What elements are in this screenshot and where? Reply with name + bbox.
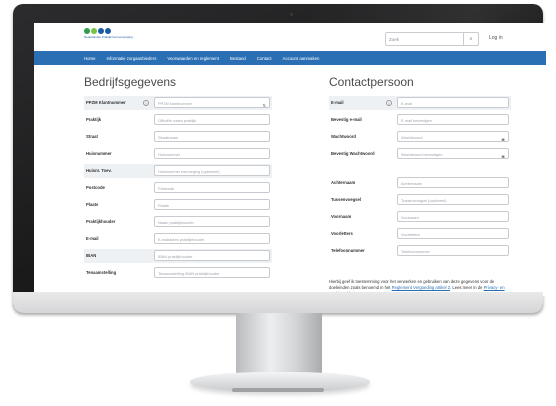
label-bevestig-wachtwoord: Bevestig Wachtwoord — [331, 151, 375, 156]
input-plaats[interactable]: Plaats — [154, 199, 270, 210]
label-huisnummer: Huisnummer — [86, 151, 112, 156]
form-row-iban: IBAN IBAN praktijkhouder — [84, 249, 272, 263]
show-password-icon[interactable]: ◉ — [501, 134, 505, 141]
form-row-e-mail: E-mail i E-mail — [329, 96, 511, 110]
label-straat: Straat — [86, 134, 98, 139]
camera-dot — [290, 13, 293, 16]
input-voornaam[interactable]: Voornaam — [397, 211, 509, 222]
label-tenaamstelling: Tenaamstelling — [86, 270, 117, 275]
search-icon[interactable]: ⌕ — [463, 33, 478, 45]
form-row-e-mail: E-mail E-mailadres praktijkhouder — [84, 233, 270, 246]
label-e-mail: E-mail — [331, 100, 344, 105]
nav-item-contact[interactable]: Contact — [257, 56, 272, 61]
input-tussenvoegsel[interactable]: Tussenvoegsel (optioneel) — [397, 194, 509, 205]
input-straat[interactable]: Straatnaam — [154, 131, 270, 142]
label-iban: IBAN — [86, 253, 97, 258]
label-wachtwoord: Wachtwoord — [331, 134, 356, 139]
form-row-ppzm-klantnummer: PPZM Klantnummer i PPZM klantnummer ⇅ — [84, 96, 272, 110]
form-row-voorletters: Voorletters Voorletters — [329, 228, 509, 241]
logo-dots — [84, 28, 134, 34]
reglement-link[interactable]: Reglement Vergoeding artikel 2 — [392, 285, 450, 290]
info-icon[interactable]: i — [143, 100, 149, 106]
stepper-icon[interactable]: ⇅ — [263, 100, 266, 107]
logo-dot — [84, 28, 90, 34]
logo-dot — [98, 28, 104, 34]
info-icon[interactable]: i — [386, 100, 392, 106]
login-link[interactable]: Log in — [489, 35, 503, 41]
label-huisnr-toev: Huisnr. Toev. — [86, 168, 112, 173]
logo-dot — [91, 28, 97, 34]
form-row-praktijk: Praktijk Officiële naam praktijk — [84, 114, 270, 127]
input-postcode[interactable]: Postcode — [154, 182, 270, 193]
label-e-mail: E-mail — [86, 236, 99, 241]
screen: Nederlandse Praktijk Kernvereniging Zoek… — [34, 23, 546, 296]
form-row-huisnummer: Huisnummer Huisnummer — [84, 148, 270, 161]
label-bevestig-e-mail: Bevestig e-mail — [331, 117, 362, 122]
input-achternaam[interactable]: Achternaam — [397, 177, 509, 188]
input-ppzm-klantnummer[interactable]: PPZM klantnummer ⇅ — [154, 97, 270, 108]
label-plaats: Plaats — [86, 202, 99, 207]
monitor-chin — [13, 292, 543, 313]
company-section-title: Bedrijfsgegevens — [84, 75, 177, 89]
search-box[interactable]: Zoek ⌕ — [385, 32, 479, 46]
input-praktijkhouder[interactable]: Naam praktijkhouder — [154, 216, 270, 227]
nav-item-home[interactable]: Home — [84, 56, 95, 61]
label-telefoonnummer: Telefoonnummer — [331, 248, 365, 253]
nav-item-informatie[interactable]: Informatie zorgaanbieders — [106, 56, 156, 61]
input-voorletters[interactable]: Voorletters — [397, 228, 509, 239]
input-bevestig-e-mail[interactable]: E-mail bevestigen — [397, 114, 509, 125]
nav-item-account[interactable]: Account aanmaken — [283, 56, 320, 61]
form-row-wachtwoord: Wachtwoord Wachtwoord ◉ — [329, 131, 509, 144]
form-row-tussenvoegsel: Tussenvoegsel Tussenvoegsel (optioneel) — [329, 194, 509, 207]
site-header: Nederlandse Praktijk Kernvereniging Zoek… — [34, 23, 546, 51]
logo-dot — [105, 28, 111, 34]
form-row-telefoonnummer: Telefoonnummer Telefoonnummer — [329, 245, 509, 258]
monitor-stand-neck — [236, 313, 322, 375]
contact-section-title: Contactpersoon — [329, 75, 414, 89]
form-row-bevestig-wachtwoord: Bevestig Wachtwoord Wachtwoord bevestigen… — [329, 148, 509, 161]
label-achternaam: Achternaam — [331, 180, 356, 185]
input-wachtwoord[interactable]: Wachtwoord ◉ — [397, 131, 509, 142]
label-voorletters: Voorletters — [331, 231, 353, 236]
input-bevestig-wachtwoord[interactable]: Wachtwoord bevestigen ◉ — [397, 148, 509, 159]
form-row-plaats: Plaats Plaats — [84, 199, 270, 212]
label-ppzm-klantnummer: PPZM Klantnummer — [86, 100, 126, 105]
form-row-praktijkhouder: Praktijkhouder Naam praktijkhouder — [84, 216, 270, 229]
label-tussenvoegsel: Tussenvoegsel — [331, 197, 361, 202]
form-row-tenaamstelling: Tenaamstelling Tenaamstelling IBAN prakti… — [84, 267, 270, 280]
label-voornaam: Voornaam — [331, 214, 352, 219]
show-password-icon[interactable]: ◉ — [501, 151, 505, 158]
form-row-postcode: Postcode Postcode — [84, 182, 270, 195]
form-row-straat: Straat Straatnaam — [84, 131, 270, 144]
input-praktijk[interactable]: Officiële naam praktijk — [154, 114, 270, 125]
label-postcode: Postcode — [86, 185, 105, 190]
input-huisnummer[interactable]: Huisnummer — [154, 148, 270, 159]
input-iban[interactable]: IBAN praktijkhouder — [154, 250, 270, 261]
label-praktijk: Praktijk — [86, 117, 102, 122]
form-row-bevestig-e-mail: Bevestig e-mail E-mail bevestigen — [329, 114, 509, 127]
site-logo[interactable]: Nederlandse Praktijk Kernvereniging — [84, 28, 134, 48]
monitor-bezel: Nederlandse Praktijk Kernvereniging Zoek… — [13, 4, 546, 313]
main-nav: Home Informatie zorgaanbieders Voorwaard… — [34, 51, 546, 65]
logo-text: Nederlandse Praktijk Kernvereniging — [84, 35, 133, 39]
input-e-mail[interactable]: E-mailadres praktijkhouder — [154, 233, 270, 244]
input-telefoonnummer[interactable]: Telefoonnummer — [397, 245, 509, 256]
form-row-achternaam: Achternaam Achternaam — [329, 177, 509, 190]
nav-item-voorwaarden[interactable]: Voorwaarden en reglement — [167, 56, 219, 61]
label-praktijkhouder: Praktijkhouder — [86, 219, 116, 224]
search-input[interactable]: Zoek — [386, 37, 463, 42]
form-row-huisnr-toev: Huisnr. Toev. Huisnummer toevoeging (opti… — [84, 164, 272, 178]
form-row-voornaam: Voornaam Voornaam — [329, 211, 509, 224]
input-e-mail[interactable]: E-mail — [397, 97, 509, 108]
input-tenaamstelling[interactable]: Tenaamstelling IBAN praktijkhouder — [154, 267, 270, 278]
input-huisnr-toev[interactable]: Huisnummer toevoeging (optioneel) — [154, 165, 270, 176]
nav-item-bestand[interactable]: Bestand — [230, 56, 246, 61]
